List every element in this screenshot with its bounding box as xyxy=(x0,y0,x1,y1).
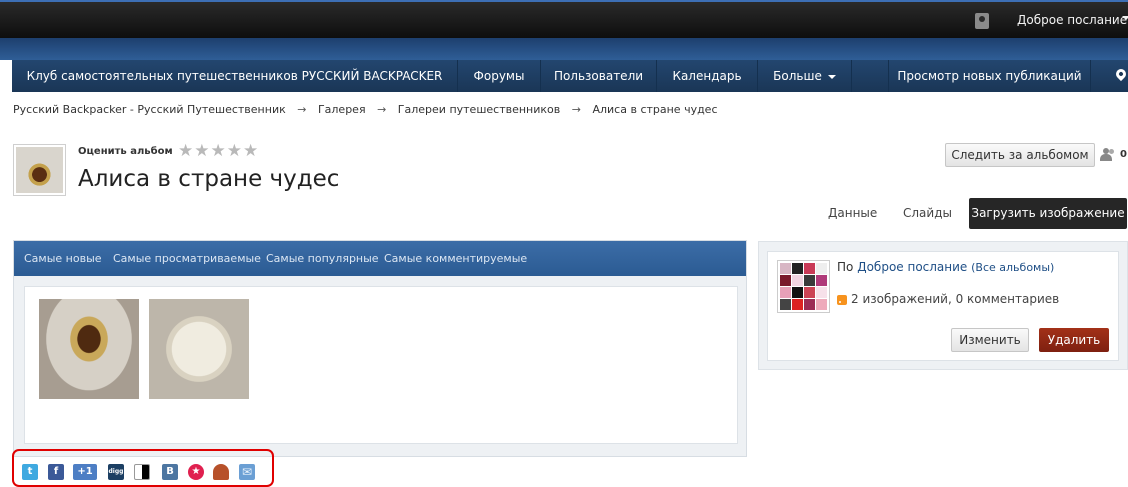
nav-more-label: Больше xyxy=(773,69,822,83)
tab-newest[interactable]: Самые новые xyxy=(24,252,102,265)
followers-count: 0 xyxy=(1120,149,1127,160)
rating-stars[interactable]: ★★★★★ xyxy=(178,141,259,161)
owner-line: По Доброе послание (Все альбомы) xyxy=(837,260,1054,274)
breadcrumb-item[interactable]: Галереи путешественников xyxy=(398,103,560,116)
breadcrumb-separator: → xyxy=(377,103,387,116)
delete-album-button[interactable]: Удалить xyxy=(1039,328,1109,352)
follow-album-button[interactable]: Следить за альбомом xyxy=(945,143,1095,167)
nav-item-new-content[interactable]: Просмотр новых публикаций xyxy=(888,60,1091,92)
gallery-sort-tabs: Самые новые Самые просматриваемые Самые … xyxy=(14,241,746,276)
gallery-grid xyxy=(24,286,738,444)
album-owner-card: По Доброе послание (Все альбомы) 2 изобр… xyxy=(767,251,1119,361)
header-band xyxy=(0,38,1128,60)
odnoklassniki-icon[interactable] xyxy=(213,464,229,480)
edit-album-button[interactable]: Изменить xyxy=(951,328,1029,352)
breadcrumb-separator: → xyxy=(297,103,307,116)
tab-most-commented[interactable]: Самые комментируемые xyxy=(384,252,527,265)
delicious-icon[interactable] xyxy=(134,464,150,480)
album-cover-image xyxy=(16,147,63,193)
all-albums-link[interactable]: (Все альбомы) xyxy=(971,261,1054,274)
tab-data[interactable]: Данные xyxy=(828,206,877,220)
nav-item-users[interactable]: Пользователи xyxy=(541,60,657,92)
mail-ru-star-icon[interactable]: ★ xyxy=(188,464,204,480)
nav-item-forums[interactable]: Форумы xyxy=(458,60,541,92)
gallery-photo[interactable] xyxy=(39,299,139,399)
breadcrumb-item[interactable]: Галерея xyxy=(318,103,366,116)
gallery-photo[interactable] xyxy=(149,299,249,399)
breadcrumb-current: Алиса в стране чудес xyxy=(592,103,718,116)
album-owner-panel: По Доброе послание (Все альбомы) 2 изобр… xyxy=(758,241,1128,370)
tab-most-popular[interactable]: Самые популярные xyxy=(266,252,379,265)
followers-icon xyxy=(1100,148,1118,161)
caret-down-icon xyxy=(827,74,836,79)
top-user-bar: Доброе послание xyxy=(0,0,1128,38)
nav-item-more[interactable]: Больше xyxy=(758,60,852,92)
user-card-icon[interactable] xyxy=(975,13,989,29)
rss-icon[interactable] xyxy=(837,295,847,305)
breadcrumb-separator: → xyxy=(571,103,581,116)
album-stats: 2 изображений, 0 комментариев xyxy=(851,292,1060,306)
page-title: Алиса в стране чудес xyxy=(78,166,340,192)
email-icon[interactable]: ✉ xyxy=(239,464,255,480)
nav-item-home[interactable]: Клуб самостоятельных путешественников РУ… xyxy=(12,60,458,92)
google-plus-one-icon[interactable]: +1 xyxy=(73,464,97,480)
breadcrumb-item[interactable]: Русский Backpacker - Русский Путешествен… xyxy=(13,103,286,116)
facebook-icon[interactable]: f xyxy=(48,464,64,480)
owner-albums-mosaic[interactable] xyxy=(777,260,830,313)
rate-album-label: Оценить альбом xyxy=(78,146,173,157)
nav-item-calendar[interactable]: Календарь xyxy=(657,60,758,92)
user-menu-name[interactable]: Доброе послание xyxy=(1017,13,1127,27)
gallery-panel: Самые новые Самые просматриваемые Самые … xyxy=(13,240,747,457)
owner-by-label: По xyxy=(837,260,854,274)
twitter-icon[interactable]: t xyxy=(22,464,38,480)
owner-link[interactable]: Доброе послание xyxy=(857,260,967,274)
location-pin-icon[interactable] xyxy=(1113,66,1128,82)
digg-icon[interactable]: digg xyxy=(108,464,124,480)
tab-most-viewed[interactable]: Самые просматриваемые xyxy=(113,252,261,265)
album-cover-thumbnail[interactable] xyxy=(13,144,66,196)
tab-slides[interactable]: Слайды xyxy=(903,206,952,220)
main-navigation: Клуб самостоятельных путешественников РУ… xyxy=(12,60,1128,92)
chevron-down-icon[interactable] xyxy=(1122,16,1128,20)
vkontakte-icon[interactable]: B xyxy=(162,464,178,480)
upload-image-button[interactable]: Загрузить изображение xyxy=(969,198,1127,229)
breadcrumb: Русский Backpacker - Русский Путешествен… xyxy=(13,103,726,116)
